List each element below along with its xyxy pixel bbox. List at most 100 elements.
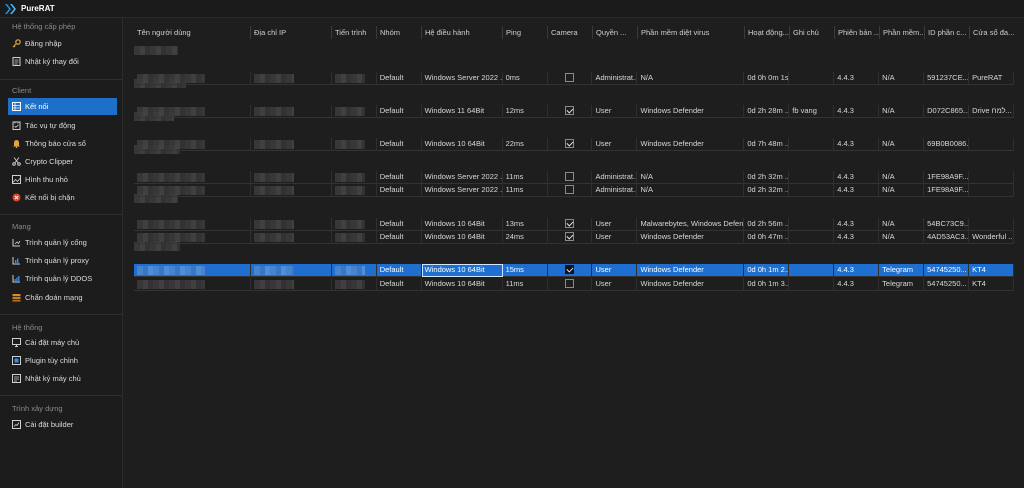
redacted-block (253, 266, 294, 275)
table-row[interactable]: Default Windows 10 64Bit 15ms User Windows D… (134, 264, 1015, 277)
cell-camera (548, 264, 593, 277)
cell-software: N/A (879, 184, 925, 197)
table-row[interactable]: Default Windows Server 2022 ... 0ms Adminis… (134, 72, 1015, 85)
cell-active-time: 0d 2h 32m ... (744, 184, 790, 197)
section-title-system: Hệ thống (12, 323, 43, 332)
nav-label: Tác vụ tự động (25, 121, 76, 130)
nav-custom-plugins[interactable]: Plugin tùy chỉnh (8, 352, 117, 369)
cell-active-time: 0d 0h 1m 2... (744, 264, 790, 277)
column-header-process[interactable]: Tiến trình (332, 26, 377, 39)
camera-checkbox[interactable] (564, 73, 574, 82)
column-header-ip[interactable]: Địa chỉ IP (251, 26, 332, 39)
cell-hwid: 69B0B0086... (924, 138, 970, 151)
cell-os: Windows 10 64Bit (422, 138, 503, 151)
nav-builder-settings[interactable]: Cài đặt builder (8, 416, 117, 433)
camera-checkbox[interactable] (564, 185, 574, 194)
cell-ping: 0ms (503, 72, 548, 85)
column-header-ping[interactable]: Ping (503, 26, 548, 39)
column-header-software[interactable]: Phần mềm... (880, 26, 925, 39)
column-header-camera[interactable]: Camera (548, 26, 593, 39)
nav-ddos-manager[interactable]: Trình quản lý DDOS (8, 270, 117, 287)
cell-process (332, 184, 377, 197)
cell-active-time: 0d 7h 48m ... (744, 138, 790, 151)
cell-antivirus: Windows Defender (637, 105, 745, 118)
cell-ip (251, 105, 332, 118)
cell-ping: 11ms (503, 184, 548, 197)
key-icon (12, 39, 21, 48)
nav-server-log[interactable]: Nhật ký máy chủ (8, 370, 117, 387)
cell-process (332, 138, 377, 151)
column-header-window[interactable]: Cửa sổ đa... (970, 26, 1015, 39)
cell-note (789, 171, 835, 184)
redacted-block (334, 107, 365, 116)
table-row[interactable]: Default Windows 10 64Bit 11ms User Windows D… (134, 278, 1015, 291)
cell-hwid: 1FE98A9F... (924, 171, 970, 184)
cell-process (332, 72, 377, 85)
cell-rights: User (592, 231, 638, 244)
nav-label: Thông báo cửa sổ (25, 139, 86, 148)
nav-connections[interactable]: Kết nối (8, 98, 117, 115)
cell-note (789, 72, 835, 85)
column-header-hwid[interactable]: ID phần c... (925, 26, 970, 39)
nav-auto-tasks[interactable]: Tác vụ tự động (8, 117, 117, 134)
camera-checkbox[interactable] (564, 106, 574, 115)
table-row[interactable]: Default Windows Server 2022 ... 11ms Admini… (134, 184, 1015, 197)
camera-checkbox[interactable] (564, 172, 574, 181)
nav-label: Plugin tùy chỉnh (25, 356, 78, 365)
nav-changelog[interactable]: Nhật ký thay đổi (8, 53, 117, 70)
camera-checkbox[interactable] (564, 232, 574, 241)
column-header-username[interactable]: Tên người dùng (134, 26, 251, 39)
camera-checkbox[interactable] (564, 139, 574, 148)
nav-crypto-clipper[interactable]: Crypto Clipper (8, 153, 117, 170)
nav-server-settings[interactable]: Cài đặt máy chủ (8, 334, 117, 351)
table-header: Tên người dùng Địa chỉ IP Tiến trình Nhó… (134, 26, 1024, 39)
table-row[interactable]: Default Windows Server 2022 ... 11ms Admini… (134, 171, 1015, 184)
cell-version: 4.4.3 (834, 105, 880, 118)
nav-blocked-connections[interactable]: Kết nối bị chặn (8, 189, 117, 206)
cell-username (134, 231, 251, 244)
cell-version: 4.4.3 (834, 171, 880, 184)
nav-proxy-manager[interactable]: Trình quản lý proxy (8, 252, 117, 269)
redacted-block (137, 266, 205, 275)
cell-ping: 15ms (503, 264, 548, 277)
column-header-antivirus[interactable]: Phần mềm diệt virus (638, 26, 745, 39)
nav-label: Hình thu nhỏ (25, 175, 68, 184)
nav-window-notify[interactable]: Thông báo cửa sổ (8, 135, 117, 152)
group-header-redacted[interactable] (134, 44, 374, 55)
cell-group: Default (377, 278, 422, 291)
cell-group: Default (377, 264, 422, 277)
cell-username (134, 184, 251, 197)
table-row[interactable]: Default Windows 10 64Bit 24ms User Windows D… (134, 231, 1015, 244)
cell-antivirus: Windows Defender (637, 264, 745, 277)
cell-group: Default (377, 184, 422, 197)
cell-ping: 12ms (503, 105, 548, 118)
cell-process (332, 218, 377, 231)
nav-network-diagnostics[interactable]: Chẩn đoán mạng (8, 289, 117, 306)
camera-checkbox[interactable] (564, 265, 574, 274)
camera-checkbox[interactable] (564, 219, 574, 228)
column-header-version[interactable]: Phiên bản ... (835, 26, 880, 39)
cell-hwid: 4AD53AC3... (924, 231, 970, 244)
cell-rights: User (592, 105, 638, 118)
column-header-rights[interactable]: Quyền ... (593, 26, 638, 39)
camera-checkbox[interactable] (564, 279, 574, 288)
column-header-group[interactable]: Nhóm (377, 26, 422, 39)
cell-window: KT4 (969, 264, 1015, 277)
cell-window: PureRAT (969, 72, 1015, 85)
table-row[interactable]: Default Windows 11 64Bit 12ms User Windows D… (134, 105, 1015, 118)
nav-thumbnails[interactable]: Hình thu nhỏ (8, 171, 117, 188)
table-row[interactable]: Default Windows 10 64Bit 22ms User Windows D… (134, 138, 1015, 151)
column-header-os[interactable]: Hệ điều hành (422, 26, 503, 39)
table-row[interactable]: Default Windows 10 64Bit 13ms User Malwareby… (134, 218, 1015, 231)
redacted-block (137, 107, 205, 116)
column-header-active-time[interactable]: Hoạt động... (745, 26, 790, 39)
column-header-note[interactable]: Ghi chú (790, 26, 835, 39)
nav-port-manager[interactable]: Trình quản lý cổng (8, 234, 117, 251)
cell-rights: Administrat... (592, 72, 638, 85)
redacted-block (334, 220, 365, 229)
nav-login[interactable]: Đăng nhập (8, 35, 117, 52)
nav-label: Nhật ký thay đổi (25, 57, 79, 66)
redacted-block (137, 233, 205, 242)
nav-label: Crypto Clipper (25, 157, 73, 166)
plugin-icon (12, 356, 21, 365)
